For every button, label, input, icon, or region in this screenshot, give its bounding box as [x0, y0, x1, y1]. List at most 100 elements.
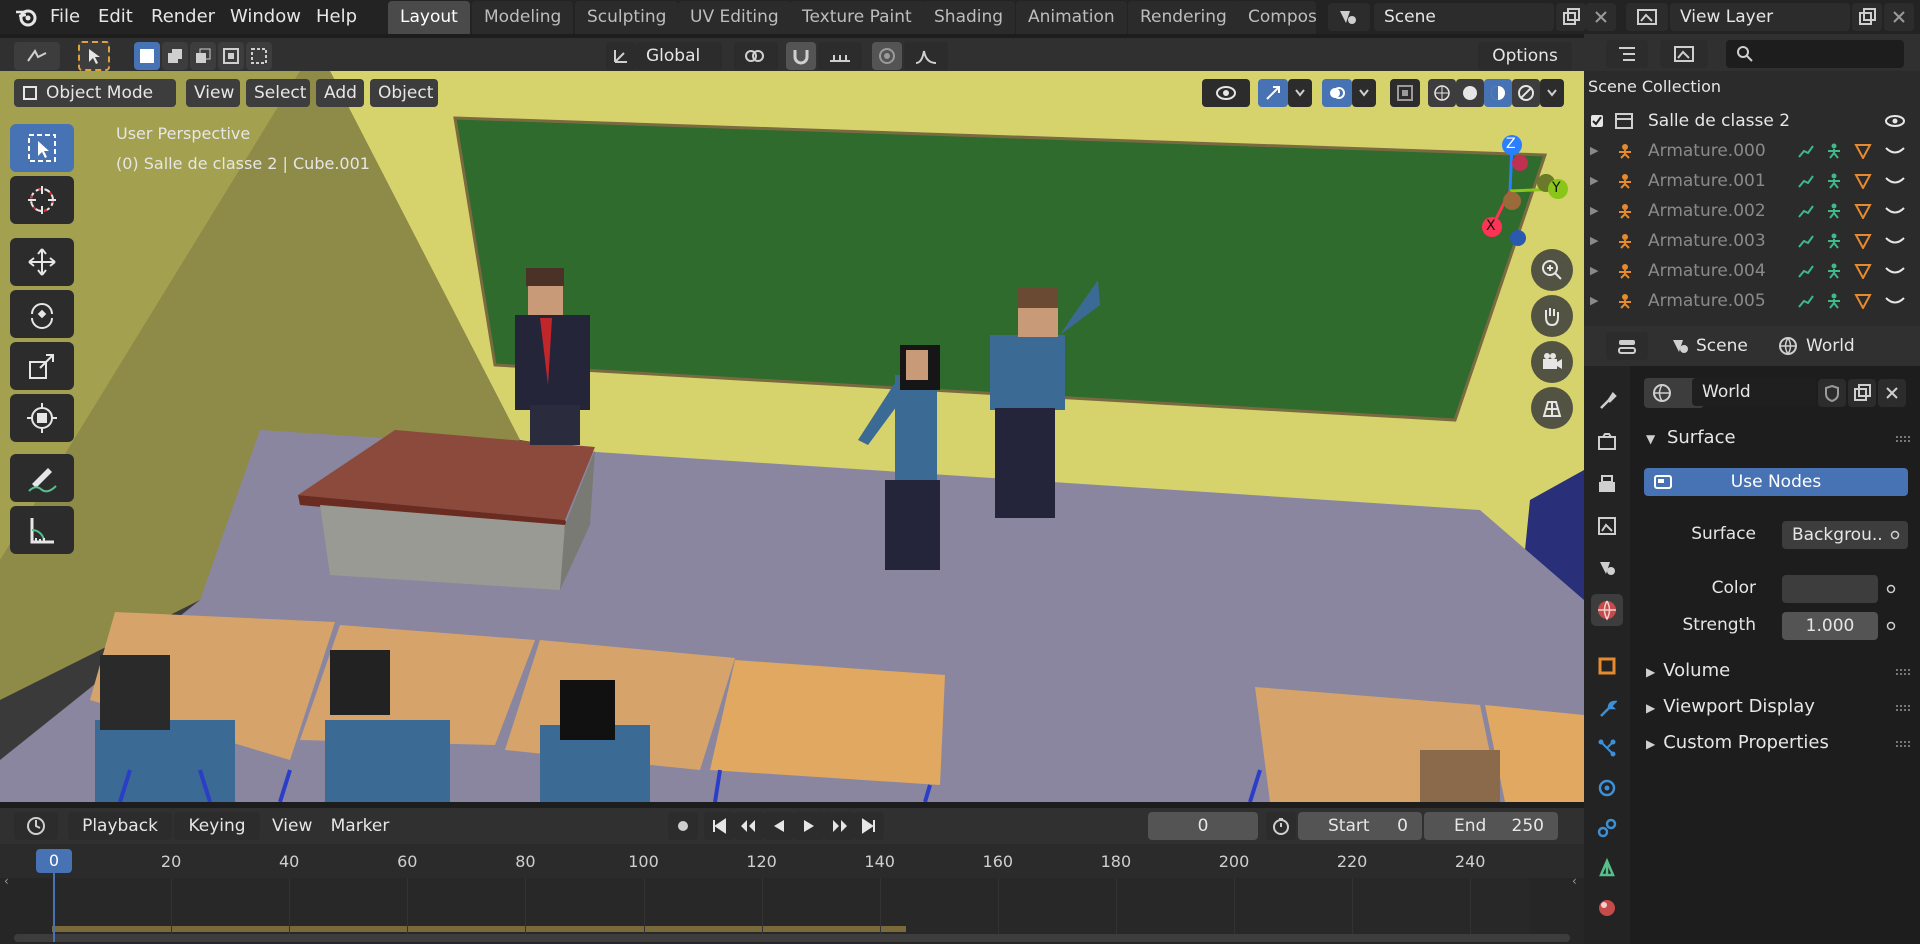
expand-right-icon[interactable]: ▶: [1590, 286, 1598, 316]
delete-scene-icon[interactable]: [1586, 3, 1616, 31]
tab-shading[interactable]: Shading: [922, 1, 1016, 34]
overlays-dropdown-icon[interactable]: [1352, 79, 1376, 107]
hidden-eye-icon[interactable]: [1884, 205, 1906, 217]
record-icon[interactable]: [668, 812, 698, 840]
visibility-selector-icon[interactable]: [1202, 79, 1250, 107]
expand-right-icon[interactable]: ▶: [1590, 136, 1598, 166]
pose-icon[interactable]: [1796, 263, 1816, 279]
pan-hand-icon[interactable]: [1531, 295, 1573, 337]
tab-particles-icon[interactable]: [1591, 732, 1623, 764]
editor-type-icon[interactable]: [14, 42, 60, 70]
unlink-world-icon[interactable]: [1878, 379, 1906, 407]
tab-render-icon[interactable]: [1591, 426, 1623, 458]
tool-scale[interactable]: [10, 342, 74, 390]
scene-name-field[interactable]: Scene: [1374, 3, 1554, 31]
zoom-icon[interactable]: [1531, 249, 1573, 291]
proportional-edit-icon[interactable]: [872, 42, 902, 70]
pose-icon[interactable]: [1796, 293, 1816, 309]
outliner-editor-type-icon[interactable]: [1606, 40, 1648, 68]
ortho-toggle-icon[interactable]: [1531, 387, 1573, 429]
color-swatch[interactable]: [1782, 575, 1878, 603]
fake-user-icon[interactable]: [1818, 379, 1846, 407]
gizmo-dropdown-icon[interactable]: [1288, 79, 1312, 107]
tab-material-icon[interactable]: [1591, 892, 1623, 924]
tab-physics-icon[interactable]: [1591, 772, 1623, 804]
breadcrumb-world[interactable]: World: [1806, 336, 1855, 356]
current-frame-field[interactable]: 0: [1148, 812, 1258, 840]
delete-view-layer-icon[interactable]: [1884, 3, 1914, 31]
duplicate-world-icon[interactable]: [1848, 379, 1876, 407]
end-frame-field[interactable]: End 250: [1424, 812, 1558, 840]
tab-tool-icon[interactable]: [1591, 384, 1623, 416]
playhead[interactable]: 0: [36, 849, 72, 873]
tool-measure[interactable]: [10, 506, 74, 554]
camera-view-icon[interactable]: [1531, 341, 1573, 383]
expand-right-icon[interactable]: ▶: [1590, 196, 1598, 226]
tab-uv-editing[interactable]: UV Editing: [678, 1, 791, 34]
object-mode-dropdown[interactable]: Object Mode: [14, 79, 176, 107]
tab-output-icon[interactable]: [1591, 468, 1623, 500]
keying-dropdown[interactable]: Keying: [174, 812, 260, 840]
scene-selector-icon[interactable]: [1328, 3, 1370, 31]
new-view-layer-icon[interactable]: [1852, 3, 1882, 31]
modifier-data-icon[interactable]: [1854, 293, 1872, 309]
hidden-eye-icon[interactable]: [1884, 295, 1906, 307]
use-nodes-button[interactable]: Use Nodes: [1644, 468, 1908, 496]
expand-right-icon[interactable]: ▶: [1590, 256, 1598, 286]
tool-cursor[interactable]: [10, 176, 74, 224]
hidden-eye-icon[interactable]: [1884, 145, 1906, 157]
select-tool-icon[interactable]: [78, 41, 110, 71]
transform-orientation-icon[interactable]: [606, 42, 636, 70]
options-dropdown[interactable]: Options: [1478, 42, 1572, 70]
tab-scene-icon[interactable]: [1591, 552, 1623, 584]
snap-toggle-icon[interactable]: [786, 42, 816, 70]
custom-properties-panel-header[interactable]: ▶ Custom Properties: [1646, 728, 1829, 758]
strength-field[interactable]: 1.000: [1782, 612, 1878, 640]
hidden-eye-icon[interactable]: [1884, 265, 1906, 277]
world-name-field[interactable]: World: [1692, 378, 1816, 406]
drag-handle-icon[interactable]: [1896, 436, 1910, 442]
color-socket-icon[interactable]: [1886, 584, 1896, 594]
tab-animation[interactable]: Animation: [1016, 1, 1127, 34]
tab-data-icon[interactable]: [1591, 852, 1623, 884]
outliner-search-input[interactable]: [1726, 40, 1904, 68]
prev-keyframe-icon[interactable]: [734, 812, 764, 840]
bone-group-icon[interactable]: [1824, 263, 1844, 279]
select-subtract-icon[interactable]: [190, 42, 216, 70]
surface-shader-field[interactable]: Backgrou..: [1782, 521, 1908, 549]
volume-panel-header[interactable]: ▶ Volume: [1646, 656, 1730, 686]
menu-edit[interactable]: Edit: [88, 4, 143, 30]
next-keyframe-icon[interactable]: [824, 812, 854, 840]
proportional-falloff-icon[interactable]: [904, 42, 948, 70]
modifier-data-icon[interactable]: [1854, 173, 1872, 189]
menu-render[interactable]: Render: [141, 4, 225, 30]
snap-target-icon[interactable]: [818, 42, 862, 70]
jump-end-icon[interactable]: [854, 812, 884, 840]
properties-editor-type-icon[interactable]: [1606, 332, 1648, 360]
collapse-left-icon[interactable]: ‹: [4, 874, 9, 888]
viewport-display-panel-header[interactable]: ▶ Viewport Display: [1646, 692, 1815, 722]
3d-viewport[interactable]: User Perspective (0) Salle de classe 2 |…: [0, 71, 1584, 802]
show-overlays-icon[interactable]: [1322, 79, 1352, 107]
collection-row[interactable]: Salle de classe 2: [1584, 106, 1920, 136]
tab-constraints-icon[interactable]: [1591, 812, 1623, 844]
solid-shading-icon[interactable]: [1456, 79, 1484, 107]
drag-handle-icon[interactable]: [1896, 741, 1910, 747]
tool-transform[interactable]: [10, 394, 74, 442]
menu-view[interactable]: View: [186, 79, 240, 107]
horizontal-scrollbar[interactable]: [14, 934, 1570, 942]
outliner-item[interactable]: ▶ Armature.003: [1584, 226, 1920, 256]
pivot-point-icon[interactable]: [734, 42, 778, 70]
display-mode-icon[interactable]: [1660, 40, 1708, 68]
menu-object[interactable]: Object: [370, 79, 438, 107]
surface-panel-header[interactable]: ▼ Surface: [1646, 423, 1736, 453]
bone-group-icon[interactable]: [1824, 203, 1844, 219]
select-extend-icon[interactable]: [162, 42, 188, 70]
new-scene-icon[interactable]: [1556, 3, 1586, 31]
modifier-data-icon[interactable]: [1854, 233, 1872, 249]
strength-socket-icon[interactable]: [1886, 621, 1896, 631]
navigation-gizmo[interactable]: Z Y X: [1450, 123, 1580, 253]
select-new-icon[interactable]: [134, 42, 160, 70]
menu-file[interactable]: File: [40, 4, 90, 30]
modifier-data-icon[interactable]: [1854, 263, 1872, 279]
